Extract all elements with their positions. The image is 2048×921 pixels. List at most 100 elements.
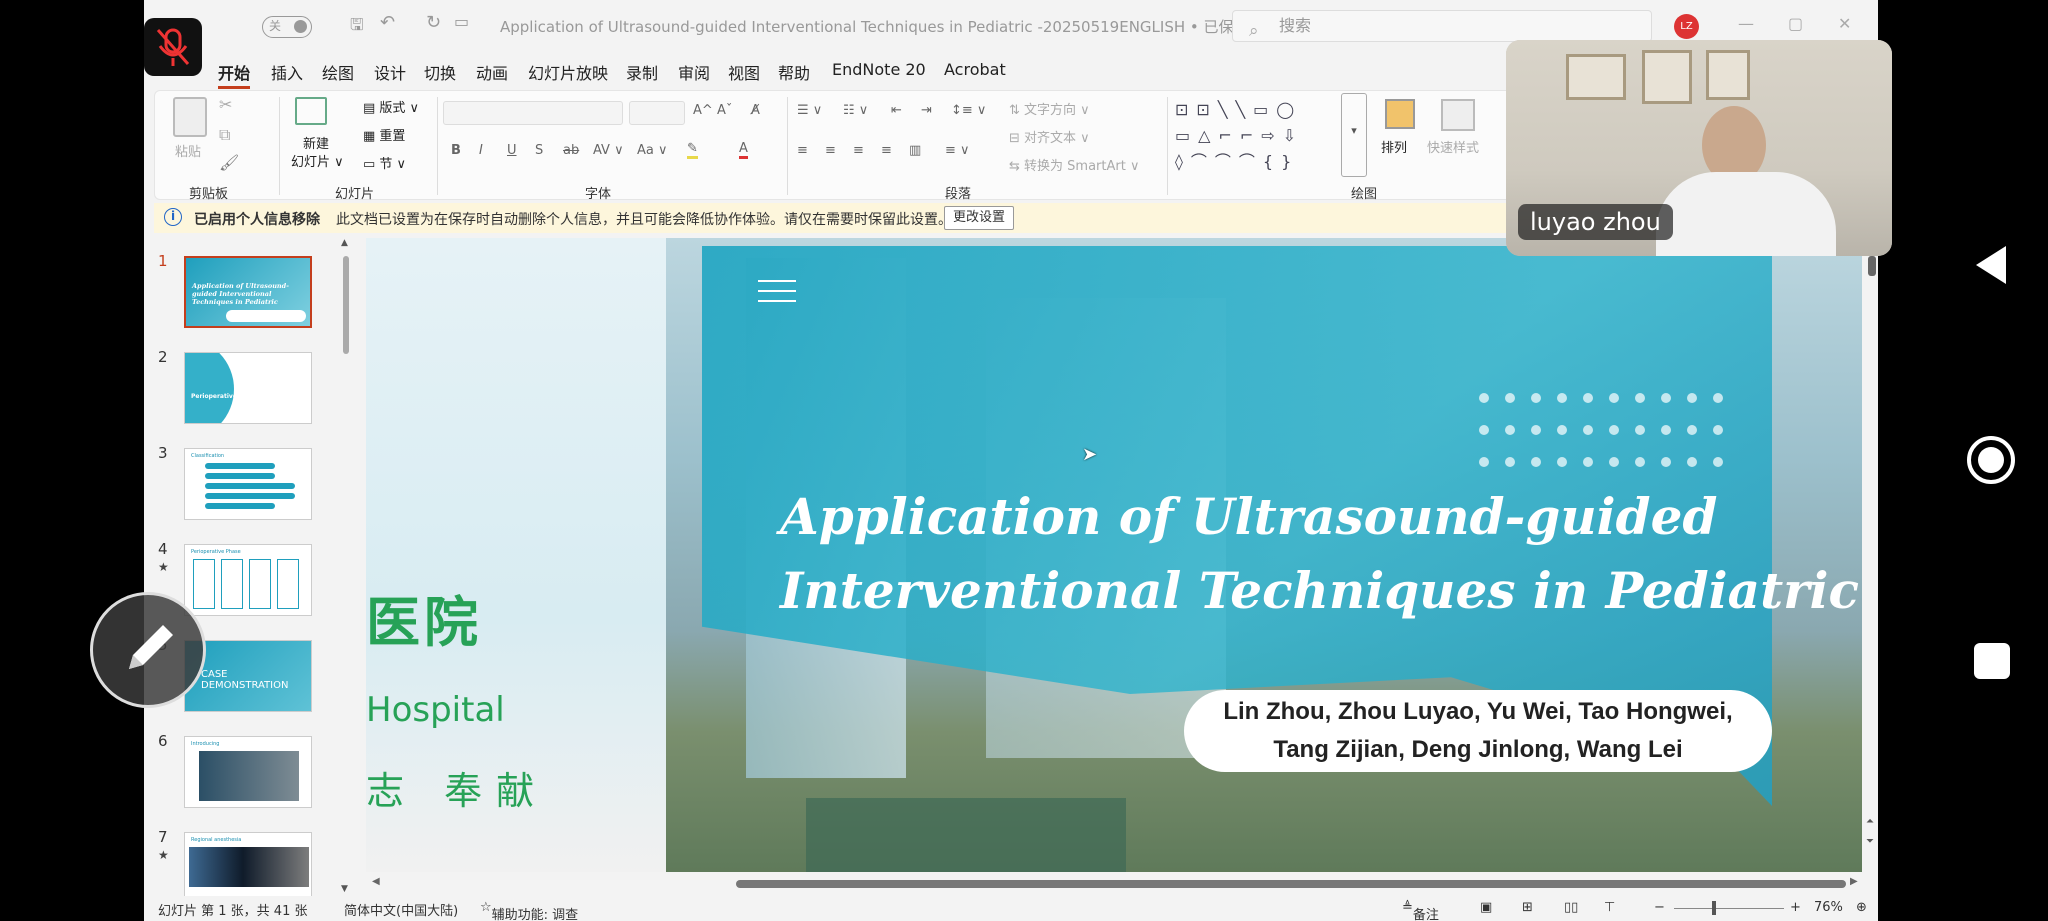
tab-animations[interactable]: 动画 (476, 60, 508, 84)
thumbnail-scrollbar[interactable]: ▲ ▼ (340, 238, 352, 898)
fit-to-window-icon[interactable]: ⊕ (1856, 900, 1867, 915)
char-spacing-button[interactable]: AV ∨ (593, 143, 624, 158)
slide-title[interactable]: Application of Ultrasound-guided Interve… (780, 480, 1859, 628)
document-title[interactable]: Application of Ultrasound-guided Interve… (500, 16, 1264, 37)
user-avatar[interactable]: LZ (1674, 14, 1699, 39)
reset-button[interactable]: ▦ 重置 (363, 125, 405, 144)
annotate-pen-button[interactable] (90, 592, 206, 708)
change-settings-button[interactable]: 更改设置 (944, 206, 1015, 230)
copy-icon[interactable]: ⧉ (219, 125, 230, 145)
bullets-icon[interactable]: ☰ ∨ (797, 103, 822, 118)
new-slide-icon[interactable] (295, 97, 327, 125)
line-spacing-icon[interactable]: ↕≡ ∨ (951, 103, 986, 118)
authors-box[interactable]: Lin Zhou, Zhou Luyao, Yu Wei, Tao Hongwe… (1184, 690, 1772, 772)
tab-draw[interactable]: 绘图 (322, 60, 354, 84)
search-input[interactable]: ⌕ 搜索 (1232, 10, 1652, 42)
columns-icon[interactable]: ▥ (909, 143, 921, 158)
horizontal-scrollbar[interactable]: ◀ ▶ (366, 874, 1862, 892)
slideshow-view-icon[interactable]: ⊤ (1604, 900, 1615, 915)
decrease-indent-icon[interactable]: ⇤ (891, 103, 902, 118)
android-home-icon[interactable] (1960, 436, 2020, 490)
zoom-slider[interactable] (1674, 908, 1784, 909)
tab-acrobat[interactable]: Acrobat (944, 60, 1006, 79)
font-name-select[interactable] (443, 101, 623, 125)
slide-thumbnail-4[interactable]: Perioperative Phase (184, 544, 312, 616)
close-icon[interactable]: ✕ (1838, 14, 1851, 33)
slide-thumbnail-2[interactable]: Perioperative management (184, 352, 312, 424)
scroll-right-icon[interactable]: ▶ (1850, 876, 1858, 887)
maximize-icon[interactable]: ▢ (1788, 14, 1803, 33)
arrange-icon[interactable] (1385, 99, 1415, 129)
text-direction-button[interactable]: ⇅ 文字方向 ∨ (1009, 99, 1090, 118)
shapes-gallery[interactable]: ⊡⊡╲╲▭◯ ▭△⌐⌐⇨⇩ ◊⌒⌒⌒{} (1175, 97, 1345, 177)
bold-button[interactable]: B (451, 143, 461, 158)
align-left-icon[interactable]: ≡ (797, 143, 808, 158)
slide-thumbnail-7[interactable]: Regional anesthesia (184, 832, 312, 898)
zoom-slider-thumb[interactable] (1712, 901, 1716, 915)
highlight-icon[interactable]: ✎ (687, 141, 698, 159)
format-painter-icon[interactable]: 🖌 (219, 153, 239, 172)
shadow-button[interactable]: S (535, 143, 543, 158)
align-center-icon[interactable]: ≡ (825, 143, 836, 158)
tab-view[interactable]: 视图 (728, 60, 760, 84)
quick-styles-icon[interactable] (1441, 99, 1475, 131)
normal-view-icon[interactable]: ▣ (1480, 900, 1492, 915)
underline-button[interactable]: U (507, 143, 517, 158)
android-recents-icon[interactable] (1960, 636, 2020, 690)
arrange-button[interactable]: 排列 (1381, 137, 1407, 156)
slide-position[interactable]: 幻灯片 第 1 张，共 41 张 (158, 900, 307, 919)
tab-transitions[interactable]: 切换 (424, 60, 456, 84)
autosave-toggle[interactable]: 关 (262, 16, 312, 38)
tab-help[interactable]: 帮助 (778, 60, 810, 84)
paragraph-more-icon[interactable]: ≡ ∨ (945, 143, 970, 158)
numbering-icon[interactable]: ☷ ∨ (843, 103, 868, 118)
slide-canvas[interactable]: 医院 Hospital 志 奉献 Application of Ultrasou… (366, 238, 1862, 872)
slide-thumbnail-6[interactable]: Introducing (184, 736, 312, 808)
minimize-icon[interactable]: — (1738, 14, 1754, 33)
undo-icon[interactable]: ↶ (380, 12, 395, 33)
section-button[interactable]: ▭ 节 ∨ (363, 153, 406, 172)
font-grow-button[interactable]: A^ (693, 103, 713, 118)
tab-slideshow[interactable]: 幻灯片放映 (528, 60, 608, 84)
justify-icon[interactable]: ≡ (881, 143, 892, 158)
notes-button[interactable]: ≜ 备注 (1402, 900, 1439, 921)
reading-view-icon[interactable]: ▯▯ (1564, 900, 1578, 915)
tab-review[interactable]: 审阅 (678, 60, 710, 84)
next-slide-icon[interactable]: ⏷ (1866, 836, 1874, 847)
slide-sorter-icon[interactable]: ⊞ (1522, 900, 1533, 915)
slide-thumbnail-1[interactable]: Application of Ultrasound-guided Interve… (184, 256, 312, 328)
strikethrough-button[interactable]: ab (563, 143, 579, 158)
save-icon[interactable]: 🖫 (350, 14, 364, 41)
increase-indent-icon[interactable]: ⇥ (921, 103, 932, 118)
scroll-left-icon[interactable]: ◀ (372, 876, 380, 887)
tab-record[interactable]: 录制 (626, 60, 658, 84)
zoom-in-icon[interactable]: + (1790, 900, 1801, 915)
italic-button[interactable]: I (479, 143, 483, 158)
clear-format-icon[interactable]: A̸ (751, 103, 760, 118)
android-back-icon[interactable] (1960, 240, 2020, 294)
slide-scroll-thumb[interactable] (1868, 256, 1876, 276)
prev-slide-icon[interactable]: ⏶ (1866, 816, 1874, 827)
smartart-button[interactable]: ⇆ 转换为 SmartArt ∨ (1009, 155, 1139, 174)
language-indicator[interactable]: 简体中文(中国大陆) (344, 900, 458, 919)
zoom-level[interactable]: 76% (1814, 900, 1843, 915)
slide-thumbnail-3[interactable]: Classification (184, 448, 312, 520)
cut-icon[interactable]: ✂ (219, 95, 232, 114)
tab-design[interactable]: 设计 (374, 60, 406, 84)
change-case-button[interactable]: Aa ∨ (637, 143, 668, 158)
align-text-button[interactable]: ⊟ 对齐文本 ∨ (1009, 127, 1090, 146)
paste-icon[interactable] (173, 97, 207, 137)
paste-button[interactable]: 粘贴 (175, 141, 201, 160)
present-icon[interactable]: ▭ (454, 12, 469, 31)
mic-muted-icon[interactable] (144, 18, 202, 76)
layout-button[interactable]: ▤ 版式 ∨ (363, 97, 419, 116)
scroll-up-icon[interactable]: ▲ (341, 238, 348, 248)
zoom-out-icon[interactable]: − (1654, 900, 1665, 915)
tab-insert[interactable]: 插入 (271, 60, 303, 84)
redo-icon[interactable]: ↻ (426, 12, 441, 33)
font-color-icon[interactable]: A (739, 141, 748, 159)
align-right-icon[interactable]: ≡ (853, 143, 864, 158)
font-shrink-button[interactable]: Aˇ (717, 103, 732, 118)
accessibility-status[interactable]: ☆ 辅助功能: 调查 (480, 900, 578, 921)
thumbnail-scroll-thumb[interactable] (343, 256, 349, 354)
